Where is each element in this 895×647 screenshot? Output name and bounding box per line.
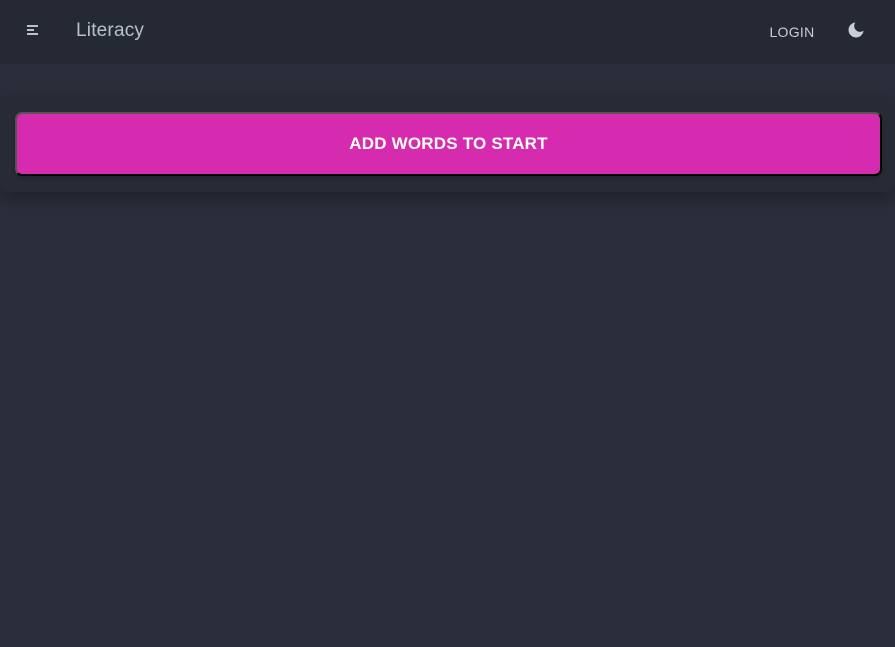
- moon-icon: [846, 20, 866, 45]
- menu-icon: [25, 23, 41, 42]
- login-button[interactable]: LOGIN: [760, 16, 824, 48]
- add-words-button[interactable]: ADD WORDS TO START: [15, 112, 882, 176]
- menu-button[interactable]: [18, 17, 48, 47]
- app-title: Literacy: [76, 20, 145, 41]
- theme-toggle-button[interactable]: [840, 16, 872, 48]
- app-header: Literacy LOGIN: [0, 0, 895, 64]
